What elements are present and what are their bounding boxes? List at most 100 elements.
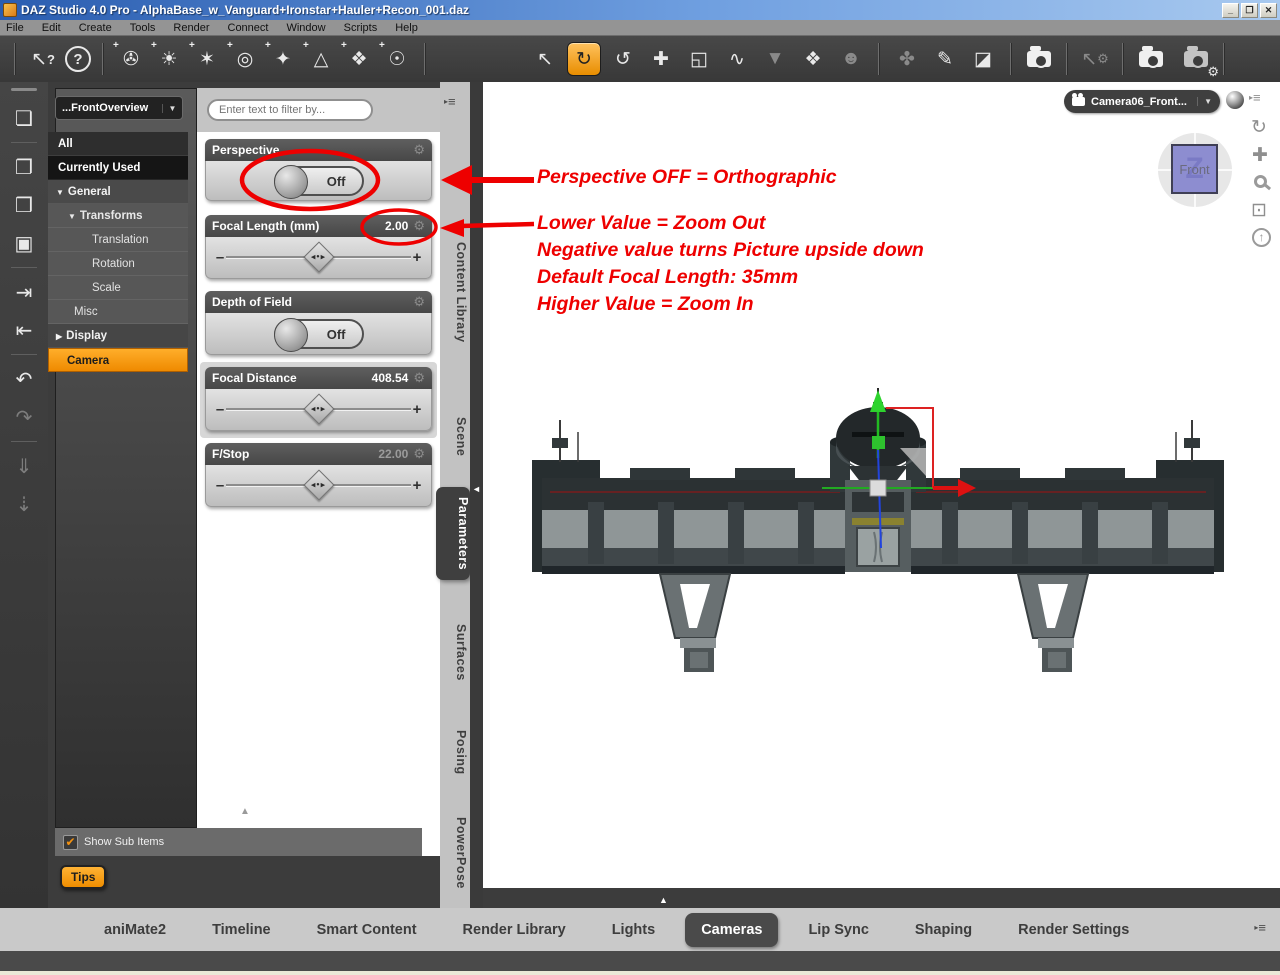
panel-options-icon[interactable]: ▸≡: [444, 94, 464, 110]
tree-item-camera-selected[interactable]: Camera: [48, 348, 188, 372]
open-recent-icon[interactable]: ❒: [9, 188, 39, 222]
rotate-tool-icon[interactable]: ↺: [607, 43, 639, 75]
tab-powerpose[interactable]: PowerPose: [442, 817, 468, 889]
tree-item-display[interactable]: ▶Display: [48, 324, 188, 348]
minimize-button[interactable]: _: [1222, 3, 1239, 18]
tab-parameters-active[interactable]: Parameters: [436, 487, 470, 580]
menu-help[interactable]: Help: [395, 22, 418, 34]
collapse-arrow-icon[interactable]: ▶: [56, 332, 62, 341]
redo-icon[interactable]: ↷: [9, 400, 39, 434]
help-icon[interactable]: ?: [65, 46, 91, 72]
menu-scripts[interactable]: Scripts: [344, 22, 378, 34]
merge-icon[interactable]: ⇓: [9, 449, 39, 483]
open-file-icon[interactable]: ❐: [9, 150, 39, 184]
rotate-orbit-tool-icon-active[interactable]: ↻: [567, 42, 601, 76]
scale-tool-icon[interactable]: ◱: [683, 43, 715, 75]
restore-button[interactable]: ❐: [1241, 3, 1258, 18]
tree-item-currently-used[interactable]: Currently Used: [48, 156, 188, 180]
viewport-3d-model[interactable]: [530, 380, 1230, 680]
tab-smart-content[interactable]: Smart Content: [301, 913, 433, 947]
selection-mode-dropdown-icon[interactable]: ▼: [759, 43, 791, 75]
toggle-knob[interactable]: [274, 165, 308, 199]
undo-icon[interactable]: ↶: [9, 362, 39, 396]
new-point-light-icon[interactable]: +✶: [191, 43, 223, 75]
import-icon[interactable]: ⇥: [9, 275, 39, 309]
gear-icon[interactable]: ⚙: [413, 218, 425, 234]
surface-selection-tool-icon[interactable]: ❖: [797, 43, 829, 75]
focal-distance-value[interactable]: 408.54: [372, 371, 409, 385]
menu-render[interactable]: Render: [173, 22, 209, 34]
chevron-down-icon[interactable]: ▼: [162, 104, 182, 113]
frame-view-icon[interactable]: ⊡: [1251, 199, 1267, 222]
pointer-settings-tool-icon[interactable]: ↖⚙: [1079, 43, 1111, 75]
close-button[interactable]: ✕: [1260, 3, 1277, 18]
tab-shaping[interactable]: Shaping: [899, 913, 988, 947]
menu-connect[interactable]: Connect: [228, 22, 269, 34]
pane-splitter[interactable]: ◄: [470, 82, 483, 908]
load-icon[interactable]: ⇣: [9, 487, 39, 521]
camera-selector[interactable]: Camera06_Front... ▼: [1064, 90, 1220, 113]
menu-tools[interactable]: Tools: [130, 22, 156, 34]
new-file-icon[interactable]: ❏: [9, 101, 39, 135]
tree-item-translation[interactable]: Translation: [48, 228, 188, 252]
gear-icon[interactable]: ⚙: [413, 370, 425, 386]
spot-render-tool-icon[interactable]: [1023, 43, 1055, 75]
focal-distance-slider[interactable]: – ◂•▸ +: [206, 389, 431, 430]
view-cube-front-face[interactable]: Z Front: [1171, 144, 1218, 194]
new-primitive-icon[interactable]: +△: [305, 43, 337, 75]
save-icon[interactable]: ▣: [9, 226, 39, 260]
brush-tool-icon[interactable]: ✎: [929, 43, 961, 75]
collapse-handle-icon[interactable]: ◄: [472, 484, 481, 494]
show-sub-items-checkbox[interactable]: ✔: [63, 835, 78, 850]
tab-render-settings[interactable]: Render Settings: [1002, 913, 1145, 947]
reset-view-icon[interactable]: ↑: [1252, 228, 1271, 247]
dof-toggle[interactable]: Off: [274, 319, 364, 349]
slider-plus[interactable]: +: [411, 477, 423, 494]
tree-item-scale[interactable]: Scale: [48, 276, 188, 300]
slider-minus[interactable]: –: [214, 477, 226, 494]
slider-plus[interactable]: +: [411, 401, 423, 418]
geometry-editor-icon[interactable]: ◪: [967, 43, 999, 75]
tab-scene[interactable]: Scene: [442, 417, 468, 456]
viewport-options-icon[interactable]: ▸≡: [1249, 90, 1261, 105]
viewport[interactable]: Camera06_Front... ▼ ▸≡ ↻ ✚ ⊡ ↑ Z Front: [483, 82, 1280, 908]
zoom-view-icon[interactable]: [1254, 175, 1267, 188]
tree-item-transforms[interactable]: ▼Transforms: [48, 204, 188, 228]
new-null-icon[interactable]: +❖: [343, 43, 375, 75]
fstop-slider[interactable]: – ◂•▸ +: [206, 465, 431, 506]
chevron-down-icon[interactable]: ▼: [1197, 97, 1212, 106]
tab-surfaces[interactable]: Surfaces: [442, 624, 468, 681]
filter-input[interactable]: [207, 99, 373, 121]
panel-options-icon[interactable]: ▸≡: [1254, 920, 1266, 935]
new-camera-icon[interactable]: +✇: [115, 43, 147, 75]
node-preset-dropdown[interactable]: ...FrontOverview ▼: [55, 96, 183, 120]
focal-length-value[interactable]: 2.00: [385, 219, 408, 233]
tab-lip-sync[interactable]: Lip Sync: [792, 913, 884, 947]
draw-style-sphere-icon[interactable]: [1226, 91, 1244, 109]
pan-view-icon[interactable]: ✚: [1252, 144, 1268, 167]
tab-animate2[interactable]: aniMate2: [88, 913, 182, 947]
gear-icon[interactable]: ⚙: [413, 446, 425, 462]
scroll-up-icon[interactable]: ▲: [240, 806, 250, 817]
focal-length-slider[interactable]: – ◂•▸ +: [206, 237, 431, 278]
tree-item-all[interactable]: All: [48, 132, 188, 156]
menu-edit[interactable]: Edit: [42, 22, 61, 34]
tree-item-rotation[interactable]: Rotation: [48, 252, 188, 276]
splitter-up-icon[interactable]: ▲: [659, 895, 668, 905]
new-linear-point-light-icon[interactable]: +◎: [229, 43, 261, 75]
new-spotlight-icon[interactable]: +✦: [267, 43, 299, 75]
gear-icon[interactable]: ⚙: [413, 294, 425, 310]
tab-content-library[interactable]: Content Library: [442, 242, 468, 343]
joint-editor-tool-icon[interactable]: ∿: [721, 43, 753, 75]
tree-item-misc[interactable]: Misc: [48, 300, 188, 324]
toggle-knob[interactable]: [274, 318, 308, 352]
expand-arrow-icon[interactable]: ▼: [68, 212, 76, 221]
figure-tool-icon[interactable]: ☻: [835, 43, 867, 75]
bones-tool-icon[interactable]: ✤: [891, 43, 923, 75]
node-selection-tool-icon[interactable]: ↖?: [27, 43, 59, 75]
slider-minus[interactable]: –: [214, 401, 226, 418]
new-group-icon[interactable]: +☉: [381, 43, 413, 75]
view-orientation-cube[interactable]: Z Front: [1158, 133, 1232, 207]
perspective-toggle[interactable]: Off: [274, 166, 364, 196]
menu-window[interactable]: Window: [286, 22, 325, 34]
